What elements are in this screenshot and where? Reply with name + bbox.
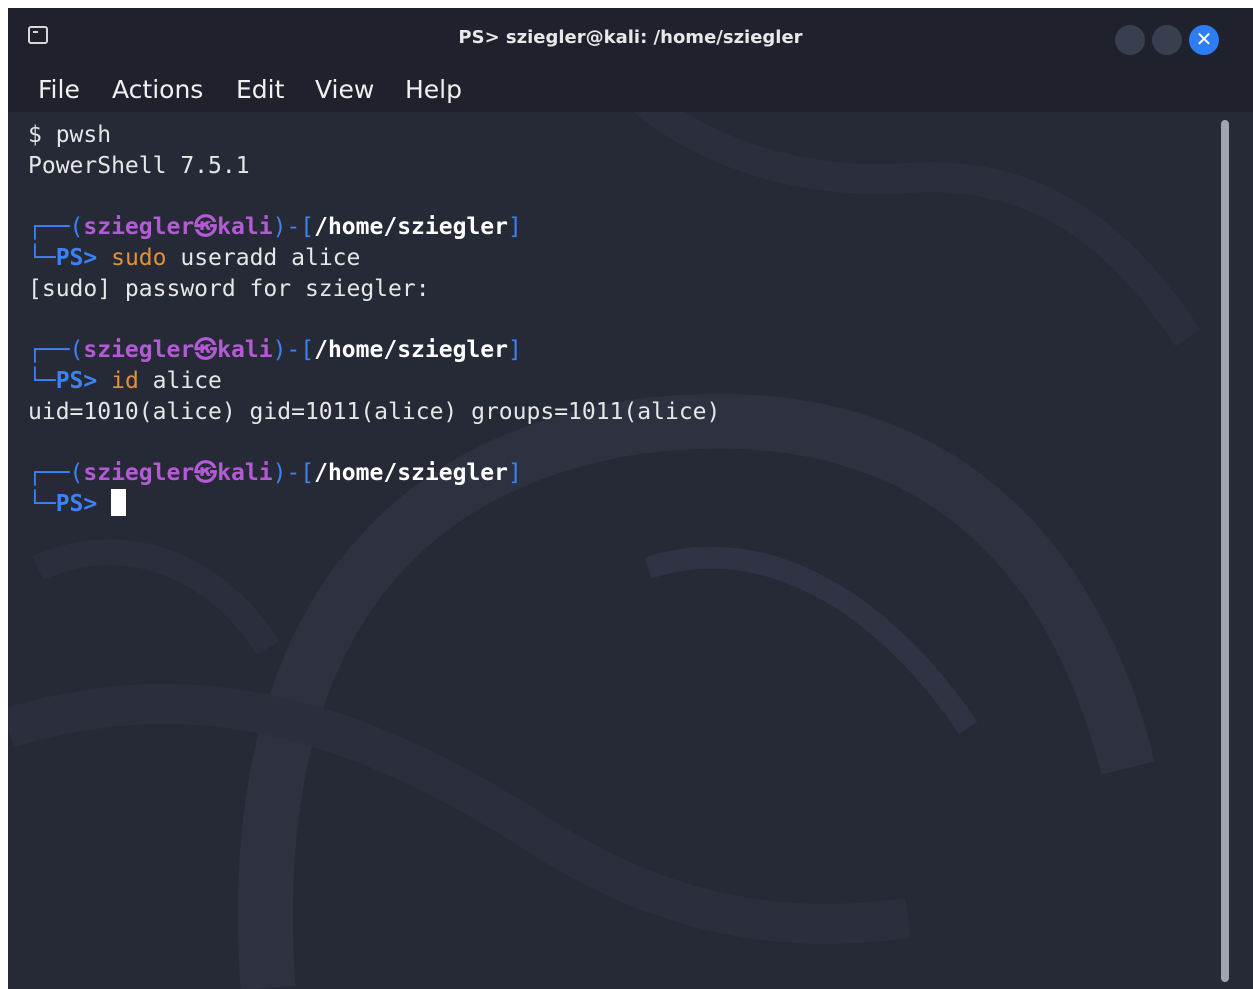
terminal-line: PowerShell 7.5.1 — [28, 153, 250, 179]
prompt-user: sziegler — [83, 337, 195, 363]
ps-prompt: PS> — [55, 491, 98, 517]
minimize-button[interactable] — [1115, 25, 1145, 55]
ps-prompt: PS> — [55, 368, 98, 394]
prompt-header: ┌──(sziegler㉿kali)-[/home/sziegler] — [28, 458, 522, 488]
prompt-host: kali — [217, 337, 273, 363]
prompt-corner: └─ — [28, 491, 56, 517]
prompt-corner: └─ — [28, 368, 56, 394]
prompt-header: ┌──(sziegler㉿kali)-[/home/sziegler] — [28, 335, 522, 365]
prompt-bracket: )-[ — [272, 460, 315, 486]
prompt-corner: └─ — [28, 245, 56, 271]
terminal-line: [sudo] password for sziegler: — [28, 276, 430, 302]
close-button[interactable]: ✕ — [1189, 25, 1219, 55]
terminal-window: PS> sziegler@kali: /home/sziegler ✕ File… — [8, 8, 1253, 989]
command-args: useradd alice — [166, 245, 361, 271]
prompt-user: sziegler — [83, 214, 195, 240]
prompt-bracket: )-[ — [272, 337, 315, 363]
maximize-button[interactable] — [1152, 25, 1182, 55]
prompt-at-symbol: ㉿ — [194, 214, 218, 240]
prompt-user: sziegler — [83, 460, 195, 486]
terminal-line: uid=1010(alice) gid=1011(alice) groups=1… — [28, 399, 721, 425]
prompt-bracket: )-[ — [272, 214, 315, 240]
prompt-bracket-end: ] — [507, 337, 522, 363]
text-cursor — [111, 489, 127, 516]
command-args: alice — [138, 368, 222, 394]
prompt-bracket-end: ] — [507, 214, 522, 240]
close-icon: ✕ — [1195, 27, 1213, 51]
vertical-scrollbar[interactable] — [1218, 116, 1232, 986]
ps-prompt: PS> — [55, 245, 98, 271]
prompt-path: /home/sziegler — [314, 214, 508, 240]
prompt-bracket-end: ] — [507, 460, 522, 486]
prompt-header: ┌──(sziegler㉿kali)-[/home/sziegler] — [28, 212, 522, 242]
prompt-at-symbol: ㉿ — [194, 460, 218, 486]
prompt-path: /home/sziegler — [314, 337, 508, 363]
prompt-host: kali — [217, 214, 273, 240]
prompt-corner: ┌──( — [28, 460, 84, 486]
window-title: PS> sziegler@kali: /home/sziegler — [458, 27, 803, 48]
prompt-host: kali — [217, 460, 273, 486]
menu-help[interactable]: Help — [405, 75, 462, 104]
menu-edit[interactable]: Edit — [236, 75, 284, 104]
prompt-path: /home/sziegler — [314, 460, 508, 486]
prompt-corner: ┌──( — [28, 337, 84, 363]
command-line: └─PS> — [28, 489, 127, 519]
terminal-line: $ pwsh — [28, 122, 112, 148]
title-bar[interactable]: PS> sziegler@kali: /home/sziegler ✕ — [8, 8, 1253, 70]
command-line: └─PS> sudo useradd alice — [28, 243, 360, 273]
terminal-output[interactable]: $ pwsh PowerShell 7.5.1 ┌──(sziegler㉿kal… — [28, 118, 1218, 517]
prompt-at-symbol: ㉿ — [194, 337, 218, 363]
menu-file[interactable]: File — [38, 75, 80, 104]
prompt-corner: ┌──( — [28, 214, 84, 240]
command-line: └─PS> id alice — [28, 366, 222, 396]
scrollbar-thumb[interactable] — [1221, 120, 1229, 982]
menu-actions[interactable]: Actions — [112, 75, 203, 104]
command-keyword: id — [111, 368, 139, 394]
command-keyword: sudo — [111, 245, 167, 271]
menu-view[interactable]: View — [315, 75, 374, 104]
